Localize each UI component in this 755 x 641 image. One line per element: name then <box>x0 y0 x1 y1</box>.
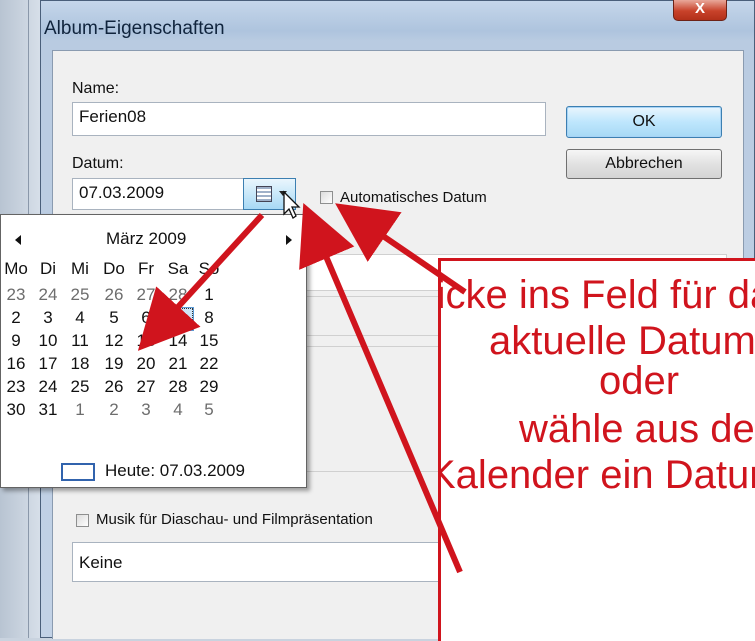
calendar-day[interactable]: 8 <box>194 308 224 328</box>
calendar-day[interactable]: 25 <box>65 377 95 397</box>
instruction-callout: Klicke ins Feld für dasaktuelle Datumode… <box>438 258 755 641</box>
calendar-day[interactable]: 3 <box>33 308 63 328</box>
calendar-dropdown-button[interactable] <box>243 178 296 210</box>
callout-line: Klicke ins Feld für das <box>441 273 755 317</box>
date-label: Datum: <box>72 155 124 172</box>
weekday-header: Do <box>103 259 125 278</box>
calendar-day[interactable]: 1 <box>194 285 224 305</box>
weekday-header: So <box>198 259 220 278</box>
calendar-day[interactable]: 26 <box>99 377 129 397</box>
today-link[interactable]: Heute: 07.03.2009 <box>105 461 245 481</box>
calendar-day[interactable]: 9 <box>1 331 31 351</box>
calendar-day[interactable]: 13 <box>131 331 161 351</box>
weekday-header: Mo <box>4 259 28 278</box>
date-field[interactable]: 07.03.2009 <box>72 178 244 210</box>
calendar-day[interactable]: 21 <box>163 354 193 374</box>
calendar-day[interactable]: 20 <box>131 354 161 374</box>
calendar-day[interactable]: 4 <box>65 308 95 328</box>
name-field[interactable]: Ferien08 <box>72 102 546 136</box>
close-button[interactable]: X <box>673 0 727 21</box>
next-month-icon[interactable] <box>286 235 292 245</box>
calendar-day[interactable]: 24 <box>33 377 63 397</box>
calendar-day[interactable]: 15 <box>194 331 224 351</box>
calendar-month-label[interactable]: März 2009 <box>106 229 186 249</box>
calendar-day[interactable]: 5 <box>99 308 129 328</box>
music-select[interactable]: Keine <box>72 542 452 582</box>
calendar-day[interactable]: 28 <box>163 285 193 305</box>
calendar-day[interactable]: 16 <box>1 354 31 374</box>
weekday-header: Mi <box>71 259 89 278</box>
calendar-day[interactable]: 11 <box>65 331 95 351</box>
weekday-header: Di <box>39 259 57 278</box>
calendar-day[interactable]: 27 <box>131 285 161 305</box>
calendar-day[interactable]: 1 <box>65 400 95 420</box>
calendar-day[interactable]: 2 <box>99 400 129 420</box>
chevron-down-icon <box>279 191 287 196</box>
calendar-day[interactable]: 31 <box>33 400 63 420</box>
dialog-title: Album-Eigenschaften <box>44 18 225 39</box>
previous-month-icon[interactable] <box>15 235 21 245</box>
calendar-day[interactable]: 28 <box>163 377 193 397</box>
calendar-day[interactable]: 23 <box>1 377 31 397</box>
auto-date-label: Automatisches Datum <box>340 189 487 206</box>
music-checkbox[interactable] <box>76 514 89 527</box>
calendar-day[interactable]: 24 <box>33 285 63 305</box>
callout-line: Kalender ein Datum <box>438 453 755 497</box>
calendar-day[interactable]: 27 <box>131 377 161 397</box>
ok-button[interactable]: OK <box>566 106 722 138</box>
calendar-day[interactable]: 19 <box>99 354 129 374</box>
calendar-day[interactable]: 5 <box>194 400 224 420</box>
weekday-header: Sa <box>167 259 189 278</box>
callout-line: wähle aus dem <box>519 407 755 451</box>
calendar-icon <box>256 186 272 202</box>
callout-line: oder <box>599 359 680 403</box>
calendar-day[interactable]: 7 <box>162 307 194 331</box>
callout-line: aktuelle Datum <box>489 319 755 363</box>
auto-date-checkbox[interactable] <box>320 191 333 204</box>
calendar-day[interactable]: 23 <box>1 285 31 305</box>
calendar-day[interactable]: 4 <box>163 400 193 420</box>
calendar-day[interactable]: 26 <box>99 285 129 305</box>
calendar-day[interactable]: 6 <box>131 308 161 328</box>
music-label: Musik für Diaschau- und Filmpräsentation <box>96 511 373 528</box>
calendar-day[interactable]: 22 <box>194 354 224 374</box>
cancel-button[interactable]: Abbrechen <box>566 149 722 179</box>
calendar-day[interactable]: 29 <box>194 377 224 397</box>
calendar-day[interactable]: 17 <box>33 354 63 374</box>
weekday-header: Fr <box>137 259 155 278</box>
calendar-day[interactable]: 25 <box>65 285 95 305</box>
calendar-day[interactable]: 18 <box>65 354 95 374</box>
calendar-day[interactable]: 14 <box>163 331 193 351</box>
name-label: Name: <box>72 80 120 97</box>
calendar-day[interactable]: 10 <box>33 331 63 351</box>
calendar-day[interactable]: 2 <box>1 308 31 328</box>
calendar-popup: März 2009 Mo Di Mi Do Fr Sa So 23 24 25 26 27 28 1 2 3 4… <box>0 214 307 488</box>
today-marker <box>61 463 95 481</box>
calendar-day[interactable]: 3 <box>131 400 161 420</box>
calendar-day[interactable]: 12 <box>99 331 129 351</box>
calendar-day[interactable]: 30 <box>1 400 31 420</box>
